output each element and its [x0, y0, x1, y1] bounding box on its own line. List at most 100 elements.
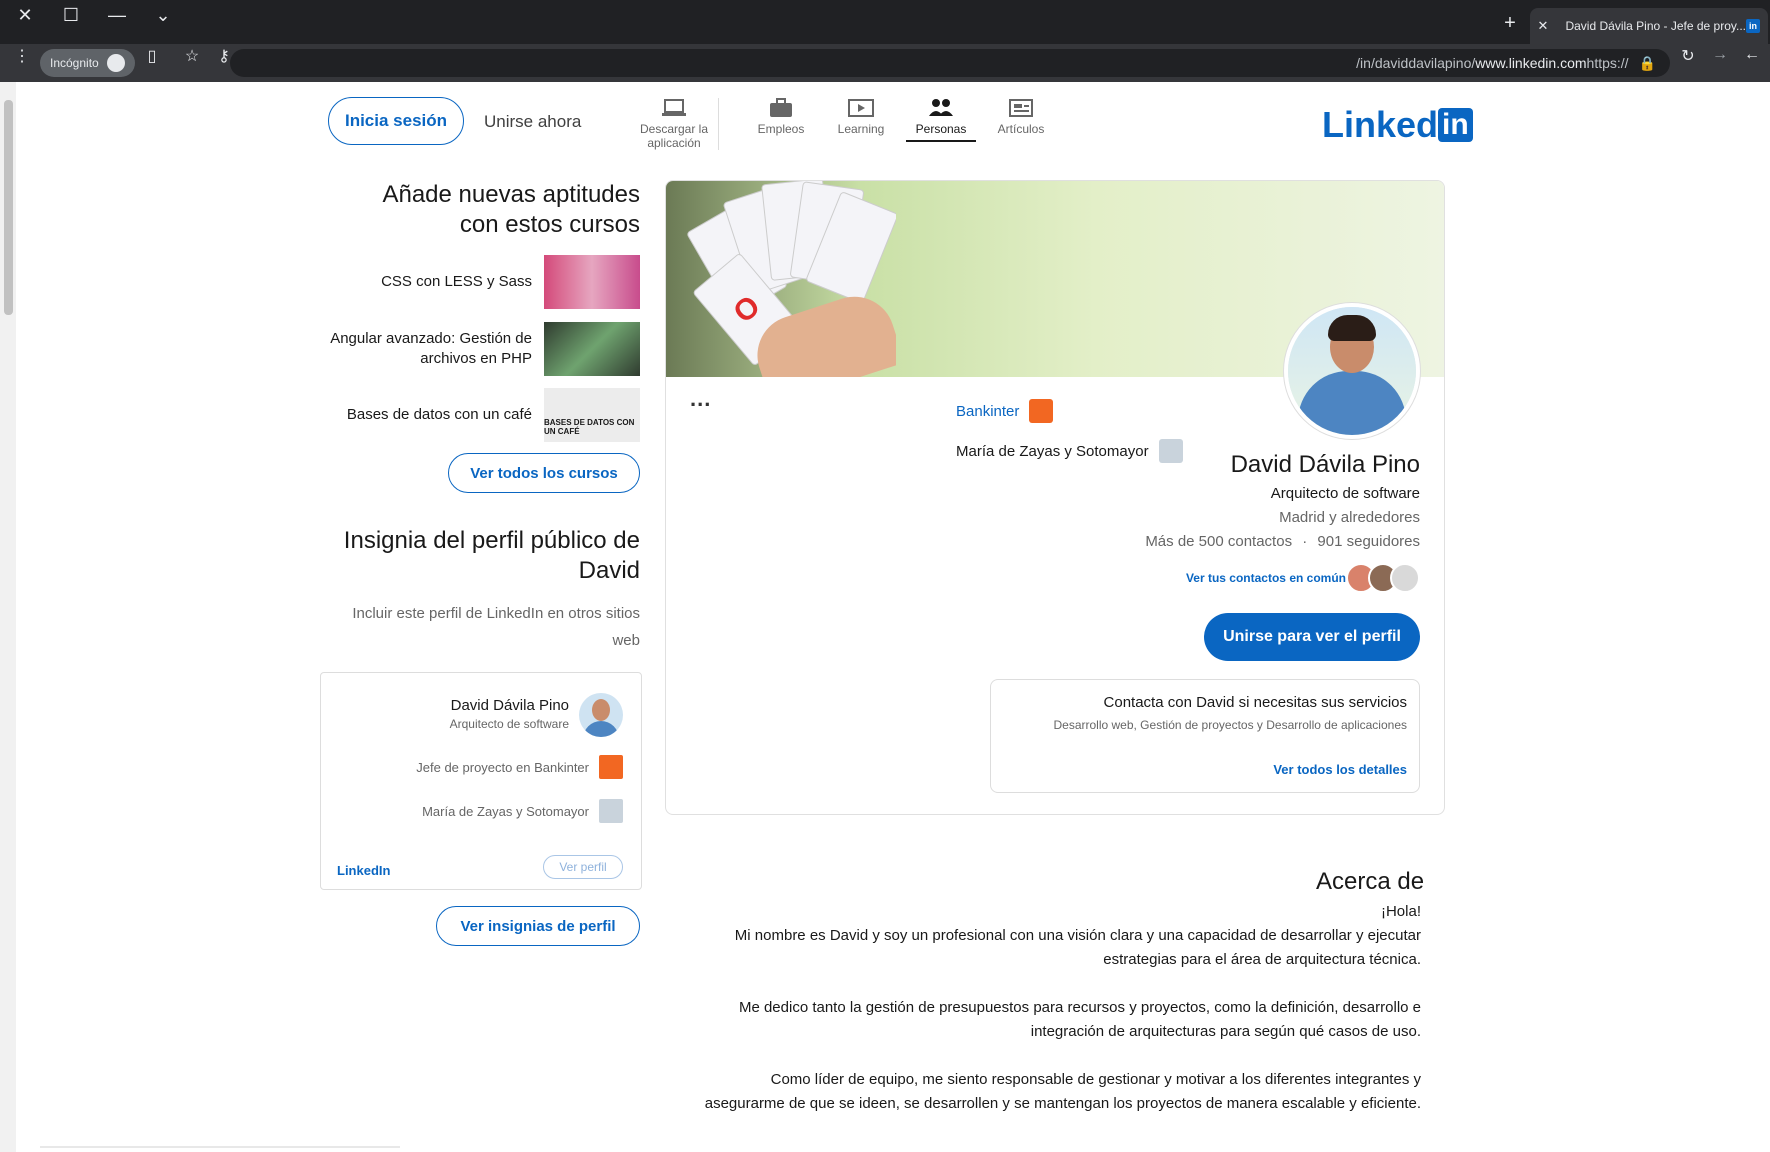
- nav-label: Learning: [837, 122, 885, 136]
- course-thumbnail: BASES DE DATOS CON UN CAFÉ: [544, 388, 640, 442]
- avatar: [1390, 563, 1420, 593]
- close-tab-icon[interactable]: ✕: [1530, 18, 1556, 34]
- nav-empleos[interactable]: Empleos: [746, 98, 816, 136]
- bankinter-logo-icon: [599, 755, 623, 779]
- lock-icon[interactable]: 🔒: [1639, 55, 1656, 72]
- course-thumbnail: [544, 322, 640, 376]
- about-greeting: ¡Hola!: [1380, 903, 1421, 920]
- sidepanel-icon[interactable]: ▯: [140, 46, 164, 66]
- laptop-icon: [661, 98, 687, 118]
- badge-school: María de Zayas y Sotomayor: [422, 799, 623, 823]
- badge-job: Jefe de proyecto en Bankinter: [416, 755, 623, 779]
- profile-card: O ... David Dávila Pino Arquitecto de so…: [665, 180, 1445, 815]
- browser-titlebar: ✕ ☐ — ⌄ + ✕ David Dávila Pino - Jefe de …: [0, 0, 1770, 44]
- learning-icon: [848, 98, 874, 118]
- tab-title: David Dávila Pino - Jefe de proy...: [1565, 19, 1746, 33]
- mutual-connections[interactable]: Ver tus contactos en común: [1186, 563, 1420, 593]
- profile-name: David Dávila Pino: [1230, 451, 1420, 478]
- courses-heading: Añade nuevas aptitudes con estos cursos: [382, 181, 640, 238]
- avatar: [579, 693, 623, 737]
- course-item[interactable]: BASES DE DATOS CON UN CAFÉ Bases de dato…: [320, 388, 640, 442]
- school-name[interactable]: María de Zayas y Sotomayor: [956, 443, 1149, 460]
- services-description: Desarrollo web, Gestión de proyectos y D…: [1053, 718, 1407, 732]
- about-paragraph: Me dedico tanto la gestión de presupuest…: [738, 999, 1421, 1040]
- back-icon[interactable]: ←: [1740, 46, 1764, 64]
- bankinter-logo-icon: [1029, 399, 1054, 423]
- profile-photo[interactable]: [1284, 303, 1420, 439]
- url-host: www.linkedin.com: [1475, 55, 1587, 71]
- see-all-details-link[interactable]: Ver todos los detalles: [1273, 762, 1407, 777]
- about-paragraph: Mi nombre es David y soy un profesional …: [734, 927, 1421, 968]
- about-paragraph: Como líder de equipo, me siento responsa…: [704, 1071, 1421, 1112]
- about-heading: Acerca de: [1316, 868, 1425, 895]
- linkedin-favicon-icon: in: [1746, 19, 1760, 33]
- badge-subtitle: Incluir este perfil de LinkedIn en otros…: [352, 605, 640, 649]
- course-thumbnail: [544, 255, 640, 309]
- nav-label: Personas: [915, 122, 967, 136]
- sign-in-button[interactable]: Inicia sesión: [328, 97, 464, 145]
- course-title[interactable]: Angular avanzado: Gestión de archivos en…: [320, 329, 532, 369]
- logo-text: Linked: [1322, 104, 1439, 145]
- divider: [40, 1146, 400, 1148]
- profile-headline: Arquitecto de software: [1270, 485, 1420, 502]
- company-bankinter[interactable]: Bankinter: [956, 399, 1054, 423]
- badge-name: David Dávila Pino: [450, 697, 569, 714]
- nav-label: Descargar la aplicación: [639, 122, 709, 150]
- profile-location: Madrid y alrededores: [1279, 509, 1420, 526]
- school-logo-icon: [599, 799, 623, 823]
- reload-icon[interactable]: ↻: [1676, 46, 1700, 66]
- forward-icon[interactable]: →: [1708, 46, 1732, 64]
- minimize-window-icon[interactable]: —: [92, 0, 142, 30]
- address-bar[interactable]: /in/daviddavilapino/ www.linkedin.com ht…: [230, 49, 1670, 77]
- nav-personas[interactable]: Personas: [906, 98, 976, 142]
- scrollbar-thumb[interactable]: [4, 100, 13, 315]
- course-item[interactable]: Angular avanzado: Gestión de archivos en…: [320, 322, 640, 376]
- tab-search-icon[interactable]: ⌄: [138, 0, 188, 30]
- course-item[interactable]: CSS con LESS y Sass: [320, 255, 640, 309]
- incognito-label: Incógnito: [50, 56, 99, 70]
- join-to-view-profile-button[interactable]: Unirse para ver el perfil: [1204, 613, 1420, 661]
- menu-icon[interactable]: ⋮: [10, 46, 34, 66]
- linkedin-logo[interactable]: Linked in: [1322, 104, 1475, 146]
- course-title[interactable]: CSS con LESS y Sass: [320, 272, 532, 292]
- people-icon: [928, 98, 954, 118]
- course-title[interactable]: Bases de datos con un café: [320, 405, 532, 425]
- bookmark-star-icon[interactable]: ☆: [180, 46, 204, 66]
- articles-icon: [1008, 98, 1034, 118]
- browser-toolbar: /in/daviddavilapino/ www.linkedin.com ht…: [0, 44, 1770, 82]
- see-profile-badges-button[interactable]: Ver insignias de perfil: [436, 906, 640, 946]
- url-path: /in/daviddavilapino/: [1356, 55, 1476, 71]
- view-profile-button[interactable]: Ver perfil: [543, 855, 623, 879]
- see-all-courses-button[interactable]: Ver todos los cursos: [448, 453, 640, 493]
- mutual-avatars: [1346, 563, 1420, 593]
- followers-count: 901 seguidores: [1317, 533, 1420, 550]
- logo-in: in: [1438, 108, 1473, 142]
- nav-learning[interactable]: Learning: [826, 98, 896, 136]
- playing-cards-image: O: [666, 181, 896, 377]
- linkedin-logo: LinkedIn: [337, 863, 391, 878]
- password-key-icon[interactable]: ⚷: [212, 46, 236, 66]
- badge-job-text: Jefe de proyecto en Bankinter: [416, 759, 589, 775]
- mutual-connections-link[interactable]: Ver tus contactos en común: [1186, 571, 1346, 585]
- join-now-link[interactable]: Unirse ahora: [484, 112, 581, 132]
- company-name[interactable]: Bankinter: [956, 403, 1019, 420]
- badge-heading: Insignia del perfil público de David: [343, 527, 640, 584]
- about-text: ¡Hola! Mi nombre es David y soy un profe…: [696, 900, 1421, 1140]
- incognito-icon: [106, 54, 125, 72]
- nav-descargar[interactable]: Descargar la aplicación: [636, 98, 719, 150]
- maximize-window-icon[interactable]: ☐: [46, 0, 96, 30]
- incognito-indicator[interactable]: Incógnito: [40, 49, 135, 77]
- services-box: Contacta con David si necesitas sus serv…: [990, 679, 1420, 793]
- profile-stats: Más de 500 contactos · 901 seguidores: [1145, 533, 1420, 550]
- services-title: Contacta con David si necesitas sus serv…: [1103, 694, 1407, 711]
- browser-tab[interactable]: ✕ David Dávila Pino - Jefe de proy... in: [1530, 8, 1768, 44]
- url-prefix: https://: [1586, 55, 1629, 71]
- badge-school-text: María de Zayas y Sotomayor: [422, 803, 589, 819]
- school-maria-de-zayas[interactable]: María de Zayas y Sotomayor: [956, 439, 1183, 463]
- badge-headline: Arquitecto de software: [449, 717, 569, 731]
- close-window-icon[interactable]: ✕: [0, 0, 50, 30]
- new-tab-icon[interactable]: +: [1496, 12, 1524, 35]
- briefcase-icon: [768, 98, 794, 118]
- nav-articulos[interactable]: Artículos: [986, 98, 1056, 136]
- more-options-icon[interactable]: ...: [690, 386, 711, 412]
